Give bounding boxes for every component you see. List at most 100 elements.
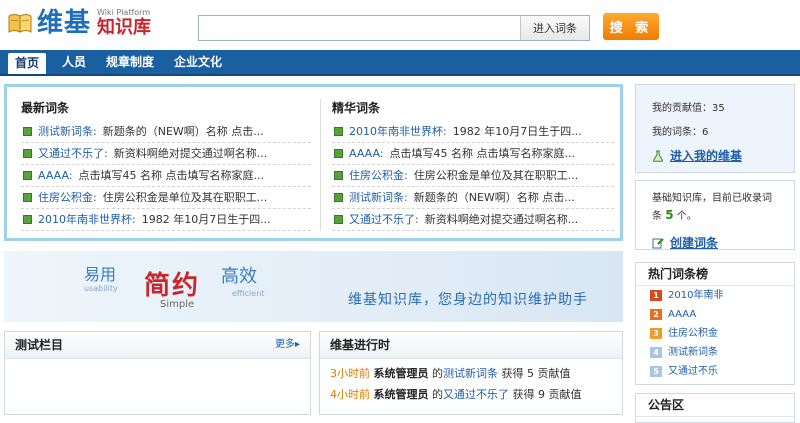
list-item[interactable]: 2010年南非世界杯: 1982 年10月7日生于四... [21,209,311,231]
my-wiki-link-label[interactable]: 进入我的维基 [670,147,742,164]
feed-tail: 获得 5 贡献值 [501,367,571,380]
entry-title[interactable]: 测试新词条: [349,187,408,208]
rank-badge: 4 [650,347,662,358]
logo-sub-cn: 知识库 [97,17,152,38]
nav-item-rules[interactable]: 规章制度 [106,50,154,74]
list-item[interactable]: 2010年南非世界杯: 1982 年10月7日生于四... [332,121,614,143]
list-item[interactable]: 测试新词条: 新题条的（NEW啊）名称 点击... [332,187,614,209]
entry-title[interactable]: 测试新词条: [38,121,97,142]
list-item[interactable]: 又通过不乐了: 新资料啊绝对提交通过啊名称... [21,143,311,165]
nav-item-people[interactable]: 人员 [62,50,86,74]
list-item[interactable]: AAAA: 点击填写45 名称 点击填写名称家庭... [332,143,614,165]
kb-text-3: 个。 [676,211,697,222]
banner-simple: Simple [160,299,195,310]
site-logo[interactable]: 维基 Wiki Platform 知识库 [8,8,151,38]
feed-entry-link[interactable]: 测试新词条 [443,367,498,380]
nav-item-culture[interactable]: 企业文化 [174,50,222,74]
entry-desc: 点击填写45 名称 点击填写名称家庭... [389,147,576,160]
feed-mid: 的 [432,367,443,380]
kb-info: 基础知识库，目前已收录词 条 5 个。 [652,190,784,225]
rank-badge: 3 [650,328,662,339]
my-contribution: 我的贡献值：35 [652,103,725,114]
my-wiki-link[interactable]: 进入我的维基 [652,147,794,164]
hot-item[interactable]: 5 又通过不乐 [636,362,794,381]
bullet-icon [23,193,32,202]
activity-feed: 3小时前 系统管理员 的测试新词条 获得 5 贡献值 4小时前 系统管理员 的又… [320,359,622,405]
hot-item-label[interactable]: AAAA [668,305,696,324]
entry-title[interactable]: 2010年南非世界杯: [349,121,447,142]
logo-main-text: 维基 [37,8,92,38]
banner-slogan: 维基知识库，您身边的知识维护助手 [348,292,588,308]
feed-row: 3小时前 系统管理员 的测试新词条 获得 5 贡献值 [330,363,622,384]
bullet-icon [334,127,343,136]
header: 维基 Wiki Platform 知识库 进入词条 搜 索 [0,0,800,50]
search-button[interactable]: 搜 索 [603,13,659,40]
edit-icon [652,237,664,248]
more-link[interactable]: 更多▸ [275,332,300,358]
test-panel-head: 测试栏目 更多▸ [5,332,310,359]
feed-row: 4小时前 系统管理员 的又通过不乐了 获得 9 贡献值 [330,384,622,405]
hot-entries-title: 热门词条榜 [636,263,794,286]
hot-item-label[interactable]: 住房公积金 [668,324,718,343]
hot-list: 1 2010年南非 2 AAAA 3 住房公积金 4 测试新词条 5 又通过不乐 [636,286,794,381]
search-input[interactable] [199,16,520,40]
banner-gaoxiao: 高效 [221,266,257,287]
more-label[interactable]: 更多 [275,339,295,350]
feed-user[interactable]: 系统管理员 [374,388,429,401]
entry-title[interactable]: 住房公积金: [38,187,97,208]
entry-desc: 1982 年10月7日生于四... [141,213,271,226]
entries-box: 最新词条 测试新词条: 新题条的（NEW啊）名称 点击... 又通过不乐了: 新资料… [4,84,623,241]
bullet-icon [23,171,32,180]
list-item[interactable]: 住房公积金: 住房公积金是单位及其在职职工... [21,187,311,209]
entry-desc: 新资料啊绝对提交通过啊名称... [424,213,579,226]
create-entry-label[interactable]: 创建词条 [670,234,718,251]
bullet-icon [23,215,32,224]
latest-title: 最新词条 [21,101,70,115]
hot-item-label[interactable]: 测试新词条 [668,343,718,362]
feed-entry-link[interactable]: 又通过不乐了 [443,388,509,401]
enter-entry-button[interactable]: 进入词条 [520,16,589,40]
kb-count: 5 [665,208,674,222]
rank-badge: 2 [650,309,662,320]
latest-entries: 最新词条 测试新词条: 新题条的（NEW啊）名称 点击... 又通过不乐了: 新资料… [21,99,311,231]
kb-text-2: 条 [652,211,662,222]
hot-item-label[interactable]: 又通过不乐 [668,362,718,381]
kb-panel: 基础知识库，目前已收录词 条 5 个。 创建词条 [635,180,795,250]
entry-title[interactable]: AAAA: [38,165,73,186]
hot-item[interactable]: 1 2010年南非 [636,286,794,305]
list-item[interactable]: AAAA: 点击填写45 名称 点击填写名称家庭... [21,165,311,187]
entry-title[interactable]: 又通过不乐了: [38,143,108,164]
featured-entries: 精华词条 2010年南非世界杯: 1982 年10月7日生于四... AAAA: 点… [332,99,614,231]
create-entry-link[interactable]: 创建词条 [652,234,784,251]
hot-item[interactable]: 3 住房公积金 [636,324,794,343]
rank-badge: 1 [650,290,662,301]
entry-title[interactable]: 住房公积金: [349,165,408,186]
promo-banner: 易用 usability 简约 Simple 高效 efficient 维基知识… [4,251,623,322]
column-divider [320,99,321,231]
my-entries: 我的词条：6 [652,127,709,138]
list-item[interactable]: 测试新词条: 新题条的（NEW啊）名称 点击... [21,121,311,143]
feed-user[interactable]: 系统管理员 [374,367,429,380]
list-item[interactable]: 住房公积金: 住房公积金是单位及其在职职工... [332,165,614,187]
bullet-icon [334,215,343,224]
rank-badge: 5 [650,366,662,377]
bullet-icon [23,149,32,158]
feed-time: 3小时前 [330,367,370,380]
bullet-icon [334,171,343,180]
hot-item-label[interactable]: 2010年南非 [668,286,723,305]
entry-desc: 1982 年10月7日生于四... [452,125,582,138]
entry-title[interactable]: 又通过不乐了: [349,209,419,230]
hot-item[interactable]: 4 测试新词条 [636,343,794,362]
entry-desc: 住房公积金是单位及其在职职工... [102,191,268,204]
nav-item-home[interactable]: 首页 [8,53,47,74]
entry-desc: 新资料啊绝对提交通过啊名称... [113,147,268,160]
kb-text-1: 基础知识库，目前已收录词 [652,193,772,204]
list-item[interactable]: 又通过不乐了: 新资料啊绝对提交通过啊名称... [332,209,614,231]
entry-title[interactable]: 2010年南非世界杯: [38,209,136,230]
hot-item[interactable]: 2 AAAA [636,305,794,324]
banner-jianyue: 简约 [144,271,201,301]
entry-title[interactable]: AAAA: [349,143,384,164]
banner-usability: usability [84,284,118,293]
more-arrow-icon: ▸ [294,339,300,350]
activity-panel: 维基进行时 3小时前 系统管理员 的测试新词条 获得 5 贡献值 4小时前 系统… [319,331,623,415]
